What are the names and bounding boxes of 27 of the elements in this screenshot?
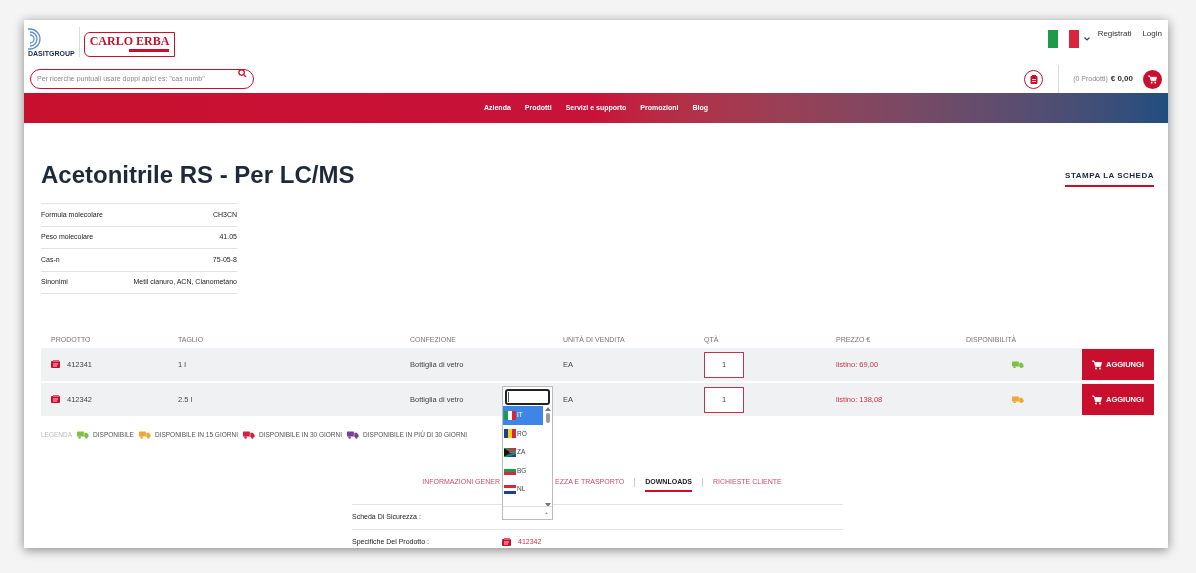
caret-up-icon bbox=[545, 512, 548, 514]
pdf-icon[interactable] bbox=[51, 360, 60, 369]
brand-logo: CARLO ERBA bbox=[83, 32, 176, 57]
cart-button[interactable] bbox=[1143, 69, 1162, 89]
account-link[interactable]: Registrati bbox=[1097, 28, 1132, 40]
scroll-down-icon[interactable] bbox=[544, 503, 551, 506]
search-icon[interactable] bbox=[238, 69, 247, 78]
flag-icon bbox=[504, 447, 516, 457]
account-link[interactable]: Login bbox=[1142, 28, 1162, 40]
pdf-icon[interactable] bbox=[51, 395, 60, 404]
scrollbar[interactable] bbox=[543, 406, 552, 506]
scroll-up-icon[interactable] bbox=[544, 407, 551, 411]
page-title: Acetonitrile RS - Per LC/MS bbox=[41, 160, 355, 190]
flag-icon bbox=[504, 410, 516, 420]
concentric-arcs-icon bbox=[28, 28, 41, 50]
cart-icon bbox=[1092, 394, 1103, 405]
clipboard-icon bbox=[1029, 74, 1038, 84]
flag-icon bbox=[504, 466, 516, 476]
cart-icon bbox=[1148, 74, 1157, 84]
flag-icon bbox=[504, 429, 516, 439]
flag-icon bbox=[504, 484, 516, 494]
print-link[interactable]: STAMPA LA SCHEDA bbox=[1065, 170, 1154, 187]
language-selector[interactable] bbox=[1047, 30, 1090, 48]
chevron-down-icon bbox=[1083, 37, 1090, 41]
flag-icon bbox=[1047, 30, 1080, 48]
cart-total: € 0,00 bbox=[1110, 73, 1133, 85]
cart-icon bbox=[1092, 359, 1103, 370]
